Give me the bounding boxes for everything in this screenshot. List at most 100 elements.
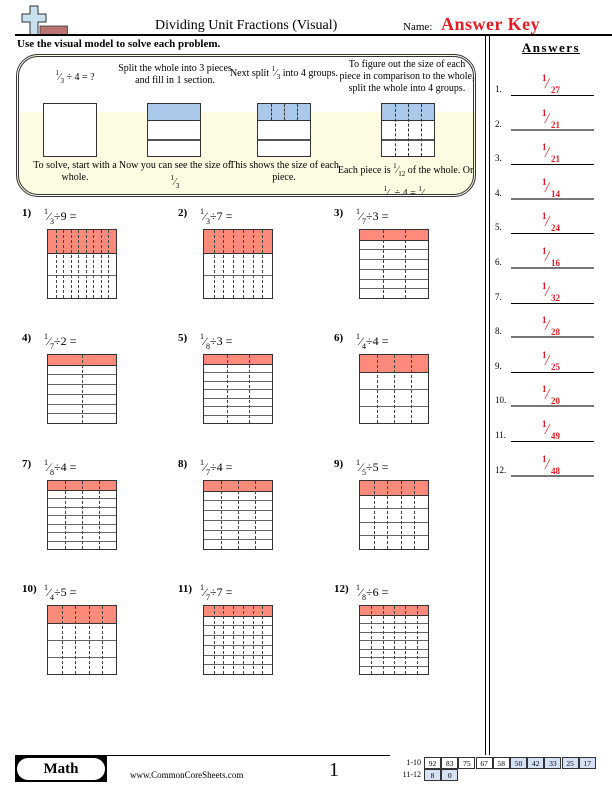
- answer-denominator: 20: [551, 396, 560, 407]
- column-split-line: [100, 230, 102, 298]
- answer-denominator: 16: [551, 258, 560, 268]
- worksheet-title: Dividing Unit Fractions (Visual): [155, 18, 338, 33]
- score-cell: 58: [492, 757, 510, 769]
- answer-key-label: Answer Key: [441, 14, 541, 34]
- score-cell: 17: [578, 757, 596, 769]
- row-line: [360, 268, 428, 270]
- shaded-row: [48, 230, 116, 253]
- problem-number: 9): [334, 458, 344, 470]
- column-split-line: [93, 230, 95, 298]
- page-number: 1: [329, 759, 339, 781]
- model-whole: [43, 103, 97, 157]
- answer-row: 2. 1/21: [495, 97, 610, 131]
- score-cell: 67: [475, 757, 493, 769]
- frac-num: 1: [418, 185, 422, 193]
- column-split-line: [411, 355, 412, 423]
- example-step-3-top: Next split 1⁄3 into 4 groups.: [229, 65, 339, 81]
- answer-denominator: 21: [551, 119, 560, 130]
- column-split-line: [262, 606, 264, 674]
- model-third-split: [257, 103, 311, 157]
- row-line: [204, 406, 272, 407]
- name-label: Name:: [403, 21, 433, 33]
- answer-row: 12. 1/48: [495, 443, 610, 477]
- column-split-line: [371, 606, 373, 674]
- answer-denominator: 48: [551, 465, 560, 476]
- score-cell: 8: [424, 769, 441, 781]
- score-cell: 0: [441, 769, 459, 781]
- fraction-model-grid: [47, 480, 117, 550]
- column-split-line: [223, 606, 225, 674]
- row-line: [48, 623, 116, 624]
- answer-denominator: 25: [551, 361, 560, 372]
- column-split-line: [387, 481, 389, 549]
- column-split-line: [249, 355, 251, 423]
- problem-number: 6): [334, 332, 344, 344]
- column-split-line: [226, 355, 228, 423]
- score-cell: 25: [561, 757, 579, 769]
- column-split-line: [85, 230, 87, 298]
- column-split-line: [82, 481, 83, 549]
- column-split-line: [61, 606, 63, 674]
- shaded-row: [204, 355, 272, 364]
- column-split-line: [405, 230, 407, 298]
- column-split-line: [373, 481, 375, 549]
- column-split-line: [233, 606, 235, 674]
- problem-number: 8): [178, 458, 188, 470]
- equals-sign: =: [222, 334, 233, 348]
- caption-text: Next split: [229, 68, 272, 79]
- row-line: [360, 494, 428, 496]
- fraction-model-grid: [359, 480, 429, 550]
- frac-num: 1: [170, 174, 175, 182]
- fraction-model-grid: [203, 229, 273, 299]
- problem-expression: 1⁄7÷4 =: [200, 458, 232, 477]
- equals-sign: =: [378, 334, 389, 348]
- website-link[interactable]: www.CommonCoreSheets.com: [130, 770, 243, 780]
- fraction-model-grid: [47, 229, 117, 299]
- example-step-2-top: Split the whole into 3 pieces and fill i…: [118, 63, 232, 86]
- problem-expression: 1⁄7÷2 =: [44, 332, 76, 351]
- problem-number: 12): [334, 583, 349, 595]
- answer-row: 11. 1/49: [495, 408, 610, 442]
- answer-number: 10.: [495, 395, 507, 406]
- problem-expression: 1⁄7÷3 =: [356, 207, 388, 226]
- answer-row: 5. 1/24: [495, 200, 610, 235]
- divide-sign: ÷: [54, 460, 61, 474]
- column-split-line: [414, 481, 416, 549]
- column-split-line: [63, 230, 65, 298]
- column-split-line: [70, 230, 72, 298]
- column-split-line: [382, 606, 384, 674]
- example-step-2-caption: Now you can see the size of 1⁄3: [118, 160, 232, 190]
- problem-expression: 1⁄4÷5 =: [44, 583, 76, 602]
- problem-expression: 1⁄3÷9 =: [44, 207, 76, 226]
- score-cell: 92: [424, 757, 441, 769]
- divide-sign: ÷: [366, 334, 373, 348]
- instructions: Use the visual model to solve each probl…: [17, 38, 221, 50]
- problem-number: 1): [22, 207, 32, 219]
- model-thirds: [147, 103, 201, 157]
- column-split-line: [221, 481, 222, 549]
- answers-title: Answers: [521, 40, 581, 55]
- caption-text: into 4 groups.: [280, 68, 339, 79]
- column-split-line: [242, 606, 244, 674]
- shaded-row: [48, 606, 116, 623]
- column-split-line: [405, 606, 407, 674]
- column-split-line: [242, 230, 244, 298]
- fraction-model-grid: [359, 354, 429, 424]
- divide-sign: ÷: [366, 209, 373, 223]
- problem-number: 4): [22, 332, 32, 344]
- answer-denominator: 14: [551, 188, 560, 199]
- equals-sign: =: [378, 585, 389, 599]
- answer-row: 7. 1/32: [495, 270, 610, 304]
- divide-sign: ÷: [210, 334, 217, 348]
- column-split-line: [262, 230, 264, 298]
- answer-number: 5.: [495, 222, 502, 233]
- column-split-line: [102, 606, 104, 674]
- answer-number: 7.: [495, 291, 502, 302]
- row-line: [360, 508, 428, 510]
- example-step-4-caption: Each piece is 1⁄12 of the whole. Or: 1⁄3…: [337, 160, 473, 194]
- answer-number: 3.: [495, 153, 502, 164]
- model-whole-split: [381, 103, 435, 157]
- answer-row: 9. 1/25: [495, 339, 610, 373]
- problem-expression: 1⁄7÷7 =: [200, 583, 232, 602]
- answer-number: 6.: [495, 257, 502, 267]
